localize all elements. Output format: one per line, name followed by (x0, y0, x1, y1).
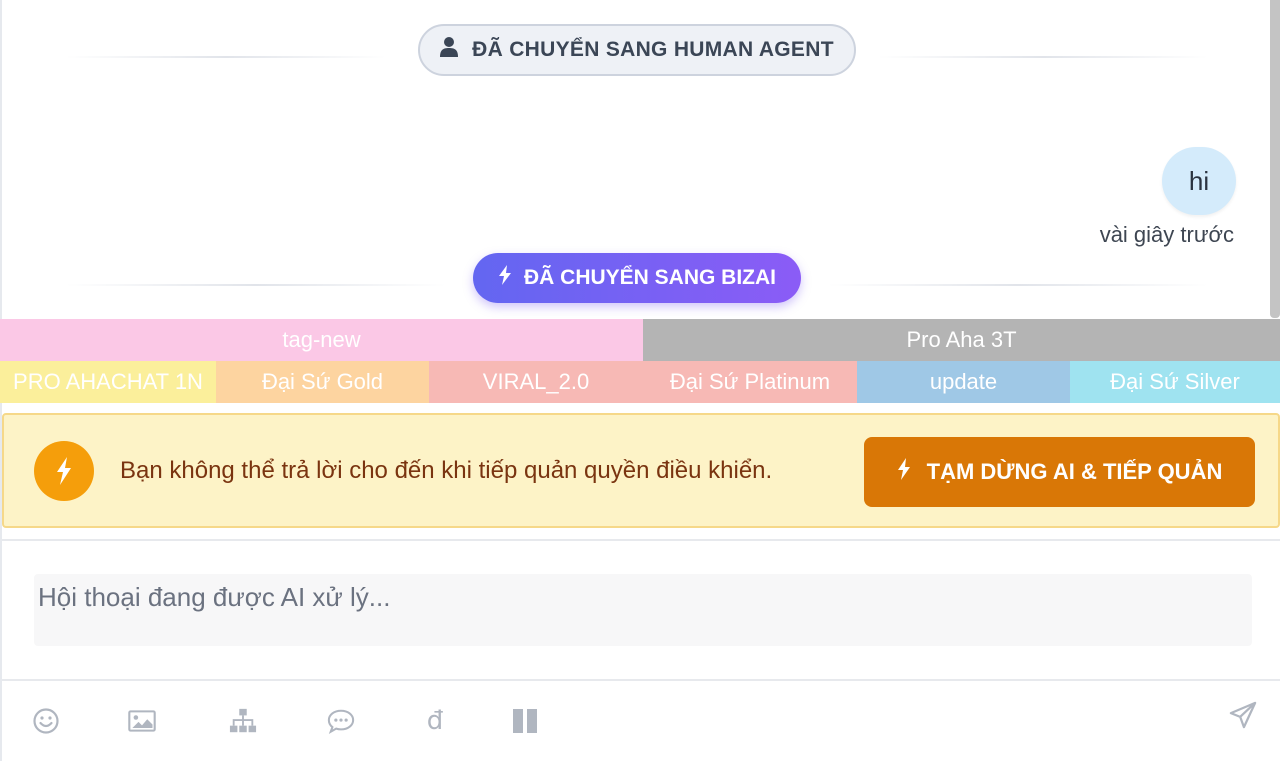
divider-right-2 (828, 284, 1208, 286)
divider-right (878, 56, 1208, 58)
lightning-icon (34, 441, 94, 501)
chat-bubble-icon[interactable] (326, 706, 356, 736)
image-icon[interactable] (127, 706, 157, 736)
takeover-button-label: TẠM DỪNG AI & TIẾP QUẢN (926, 459, 1223, 484)
tag-item[interactable]: PRO AHACHAT 1N (0, 361, 216, 403)
send-icon[interactable] (1228, 700, 1258, 730)
currency-dong-symbol: đ (426, 706, 444, 736)
tag-item[interactable]: Đại Sứ Silver (1070, 361, 1280, 403)
human-agent-status-label: ĐÃ CHUYỂN SANG HUMAN AGENT (472, 38, 834, 61)
chat-history[interactable]: ĐÃ CHUYỂN SANG HUMAN AGENT hi vài giây t… (2, 0, 1280, 318)
tags-row-2: PRO AHACHAT 1N Đại Sứ Gold VIRAL_2.0 Đại… (0, 361, 1280, 403)
takeover-warning-banner: Bạn không thể trả lời cho đến khi tiếp q… (2, 413, 1280, 528)
message-input[interactable]: Hội thoại đang được AI xử lý... (34, 574, 1252, 646)
tag-item[interactable]: Pro Aha 3T (643, 319, 1280, 361)
divider-left (66, 56, 386, 58)
bizai-status-pill: ĐÃ CHUYỂN SANG BIZAI (473, 253, 801, 303)
sitemap-icon[interactable] (228, 706, 258, 736)
emoji-icon[interactable] (31, 706, 61, 736)
tag-item[interactable]: VIRAL_2.0 (429, 361, 643, 403)
tags-row-1: tag-new Pro Aha 3T (0, 319, 1280, 361)
divider (2, 679, 1280, 681)
currency-dong-icon[interactable]: đ (420, 706, 450, 736)
user-icon (440, 37, 459, 63)
lightning-icon (897, 458, 911, 486)
chat-scrollbar[interactable] (1270, 0, 1280, 318)
pause-icon[interactable] (510, 706, 540, 736)
lightning-icon (498, 265, 512, 291)
message-timestamp: vài giây trước (1099, 222, 1234, 247)
message-bubble[interactable]: hi (1162, 147, 1236, 215)
tag-item[interactable]: Đại Sứ Platinum (643, 361, 857, 403)
warning-text: Bạn không thể trả lời cho đến khi tiếp q… (120, 457, 773, 484)
tag-item[interactable]: update (857, 361, 1070, 403)
divider-left-2 (66, 284, 446, 286)
bizai-status-label: ĐÃ CHUYỂN SANG BIZAI (523, 266, 776, 289)
pause-ai-takeover-button[interactable]: TẠM DỪNG AI & TIẾP QUẢN (864, 437, 1255, 507)
tag-item[interactable]: Đại Sứ Gold (216, 361, 429, 403)
human-agent-status-pill: ĐÃ CHUYỂN SANG HUMAN AGENT (418, 24, 856, 76)
message-text: hi (1188, 165, 1210, 196)
divider (2, 539, 1280, 541)
tag-item[interactable]: tag-new (0, 319, 643, 361)
